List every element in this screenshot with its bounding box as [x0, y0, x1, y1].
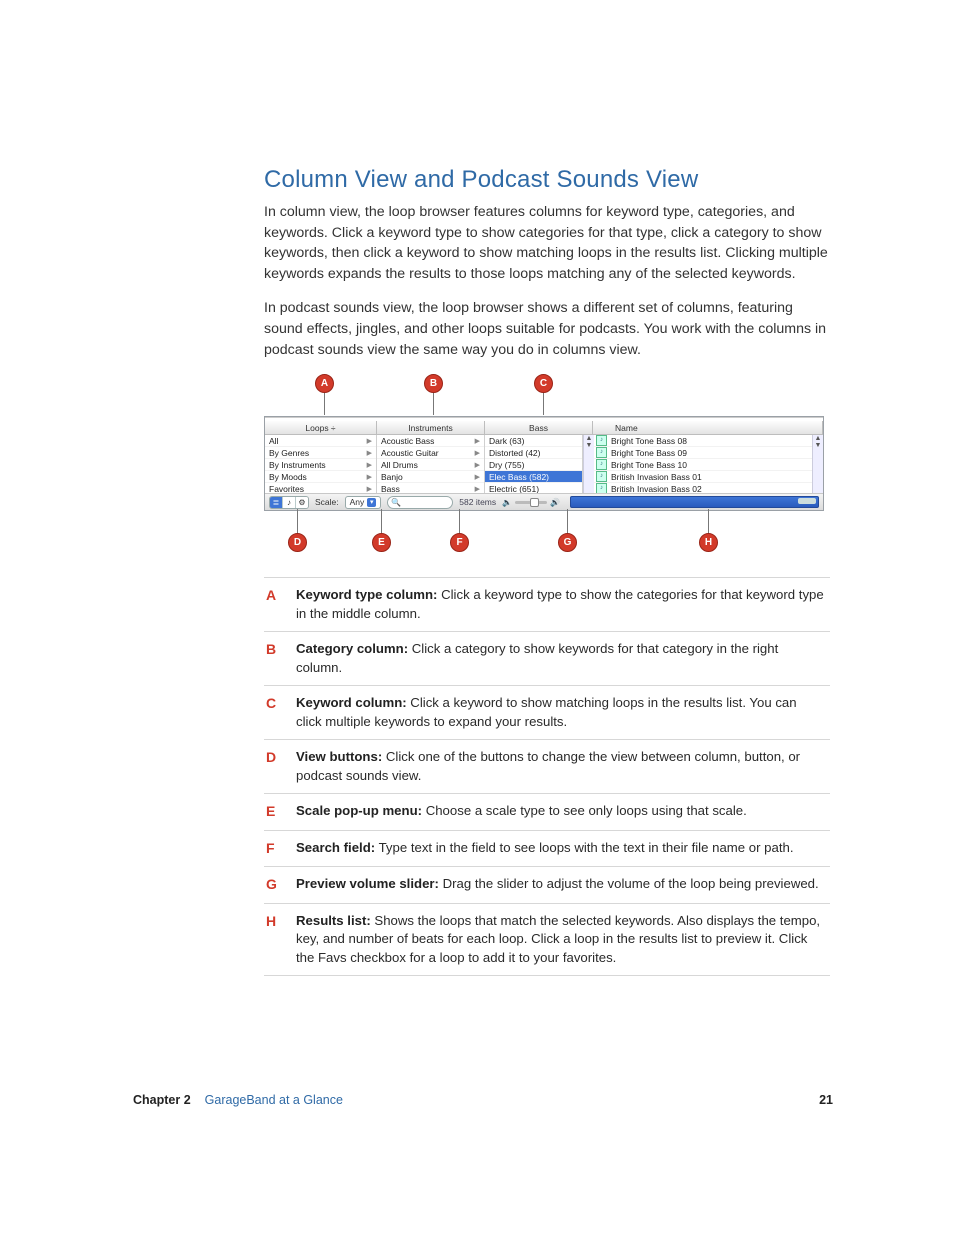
callout-b: B — [424, 374, 443, 393]
keyword-column[interactable]: Dark (63) Distorted (42) Dry (755) Elec … — [485, 435, 583, 493]
col-head-loops: Loops ÷ — [265, 421, 377, 435]
scale-label: Scale: — [315, 497, 339, 507]
search-field[interactable]: 🔍 — [387, 496, 453, 509]
category-column[interactable]: Acoustic Bass▶ Acoustic Guitar▶ All Drum… — [377, 435, 485, 493]
loop-browser-diagram: A B C Loops ÷ Instruments Bass Name All▶… — [264, 374, 824, 555]
column-view-btn: ≣ — [270, 497, 283, 508]
callout-g: G — [558, 533, 577, 552]
keyword-type-column[interactable]: All▶ By Genres▶ By Instruments▶ By Moods… — [265, 435, 377, 493]
results-list[interactable]: ♪Bright Tone Bass 08 ♪Bright Tone Bass 0… — [594, 435, 812, 493]
section-title: Column View and Podcast Sounds View — [264, 166, 830, 194]
col-head-name: Name — [593, 421, 823, 435]
podcast-view-btn: ⚙ — [296, 497, 308, 508]
page-footer: Chapter 2 GarageBand at a Glance 21 — [133, 1093, 833, 1107]
callout-f: F — [450, 533, 469, 552]
view-buttons[interactable]: ≣ ♪ ⚙ — [269, 496, 309, 509]
keyword-scroll[interactable]: ▲▼ — [583, 435, 594, 493]
preview-progress[interactable] — [570, 496, 819, 508]
callout-d: D — [288, 533, 307, 552]
callout-h: H — [699, 533, 718, 552]
intro-paragraph-1: In column view, the loop browser feature… — [264, 202, 830, 284]
preview-volume-slider[interactable]: 🔈 🔊 — [502, 498, 560, 507]
speaker-high-icon: 🔊 — [550, 498, 560, 507]
col-head-bass: Bass — [485, 421, 593, 435]
callout-legend: AKeyword type column: Click a keyword ty… — [264, 577, 830, 976]
item-count: 582 items — [459, 497, 496, 507]
button-view-btn: ♪ — [283, 497, 296, 508]
callout-a: A — [315, 374, 334, 393]
search-icon: 🔍 — [391, 498, 401, 507]
intro-paragraph-2: In podcast sounds view, the loop browser… — [264, 298, 830, 360]
results-scroll[interactable]: ▲▼ — [812, 435, 823, 493]
scale-popup[interactable]: Any▾ — [345, 496, 382, 509]
callout-c: C — [534, 374, 553, 393]
speaker-low-icon: 🔈 — [502, 498, 512, 507]
col-head-instruments: Instruments — [377, 421, 485, 435]
callout-e: E — [372, 533, 391, 552]
